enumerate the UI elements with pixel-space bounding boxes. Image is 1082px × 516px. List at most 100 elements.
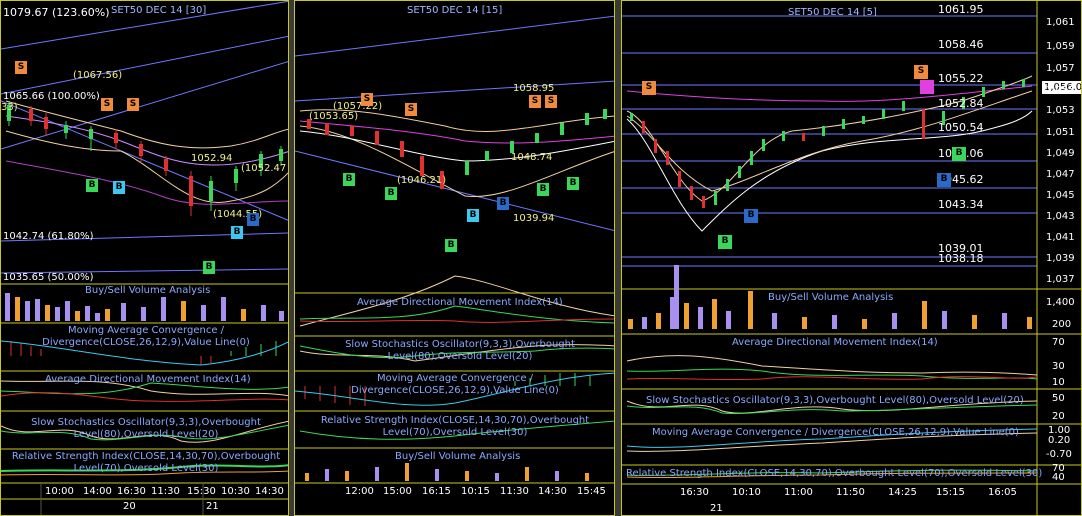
time-label: 16:15 — [422, 486, 451, 497]
price-axis-tick: 1,059 — [1046, 41, 1075, 52]
fib-level-prefix: 33) — [1, 102, 18, 113]
sell-signal-marker[interactable]: S — [101, 98, 113, 111]
price-level-label: (1046.21) — [397, 175, 447, 186]
sell-signal-marker[interactable]: S — [405, 103, 417, 116]
price-level-label: 1058.46 — [938, 38, 984, 51]
chart-title: SET50 DEC 14 [5] — [788, 7, 877, 18]
buy-signal-marker[interactable]: B — [247, 213, 259, 226]
stoch-axis-tick: 20 — [1052, 411, 1065, 422]
sell-signal-marker[interactable]: S — [642, 81, 656, 95]
indicator-title-volume: Buy/Sell Volume Analysis — [85, 285, 211, 296]
price-axis-tick: 1,039 — [1046, 253, 1075, 264]
indicator-title-volume: Buy/Sell Volume Analysis — [395, 451, 521, 462]
buy-signal-marker[interactable]: B — [744, 209, 758, 223]
time-label: 11:50 — [836, 487, 865, 498]
time-label: 14:25 — [888, 487, 917, 498]
time-label: 11:00 — [784, 487, 813, 498]
indicator-title-rsi: Relative Strength Index(CLOSE,14,30,70),… — [11, 451, 281, 474]
volume-bars — [5, 293, 284, 321]
indicator-title-adx: Average Directional Movement Index(14) — [357, 297, 563, 308]
time-label: 10:10 — [732, 487, 761, 498]
time-label: 16:30 — [680, 487, 709, 498]
buy-signal-marker[interactable]: B — [567, 177, 579, 190]
rsi-axis-tick: 40 — [1052, 472, 1065, 483]
buy-signal-marker[interactable]: B — [952, 147, 966, 161]
date-label: 21 — [206, 501, 219, 512]
volume-axis-tick: 200 — [1052, 319, 1072, 330]
price-level-label: 1052.94 — [191, 153, 233, 164]
stoch-axis-tick: 50 — [1052, 393, 1065, 404]
price-level-label: 1058.95 — [513, 83, 555, 94]
price-axis-tick: 1,047 — [1046, 169, 1075, 180]
chart-panel-5min[interactable]: SET50 DEC 14 [5] 1061.95 1058.46 1055.22… — [621, 0, 1082, 516]
indicator-title-macd: Moving Average Convergence / Divergence(… — [351, 373, 559, 396]
price-axis-tick: 1,043 — [1046, 211, 1075, 222]
sell-signal-marker[interactable]: S — [361, 93, 373, 106]
price-level-label: 1039.94 — [513, 213, 555, 224]
price-level-label: (1067.56) — [73, 70, 123, 81]
indicator-title-volume: Buy/Sell Volume Analysis — [768, 292, 894, 303]
time-label: 16:30 — [117, 486, 146, 497]
chart-panel-15min[interactable]: SET50 DEC 14 [15] (1057.22) (1053.65) 10… — [294, 0, 615, 516]
price-level-label: 1061.95 — [938, 3, 984, 16]
buy-signal-marker[interactable]: B — [231, 226, 243, 239]
adx-axis-tick: 70 — [1052, 337, 1065, 348]
price-axis-tick: 1,061 — [1046, 17, 1075, 28]
price-level-label: 1043.34 — [938, 198, 984, 211]
time-label: 15:30 — [187, 486, 216, 497]
fib-level-label: 1042.74 (61.80%) — [3, 231, 94, 242]
macd-axis-tick: 0.20 — [1048, 435, 1071, 446]
adx-axis-tick: 30 — [1052, 361, 1065, 372]
price-axis-tick: 1,049 — [1046, 148, 1075, 159]
marker-magenta[interactable] — [920, 80, 934, 94]
price-axis-tick: 1,057 — [1046, 63, 1075, 74]
price-level-label: (1052.47 — [241, 163, 287, 174]
time-label: 14:30 — [538, 486, 567, 497]
price-axis-tick: 1,041 — [1046, 232, 1075, 243]
buy-signal-marker[interactable]: B — [203, 261, 215, 274]
buy-signal-marker[interactable]: B — [445, 239, 457, 252]
time-label: 12:00 — [345, 486, 374, 497]
price-level-label: 1050.54 — [938, 121, 984, 134]
sell-signal-marker[interactable]: S — [15, 61, 27, 74]
buy-signal-marker[interactable]: B — [113, 181, 125, 194]
price-axis-tick: 1,037 — [1046, 274, 1075, 285]
price-axis-tick: 1,045 — [1046, 190, 1075, 201]
indicator-title-adx: Average Directional Movement Index(14) — [732, 337, 938, 348]
price-axis-tick: 1,051 — [1046, 127, 1075, 138]
chart-panel-30min[interactable]: SET50 DEC 14 [30] 1079.67 (123.60%) (106… — [0, 0, 289, 516]
fib-level-label: 1065.66 (100.00%) — [3, 91, 100, 102]
chart-title: SET50 DEC 14 [15] — [407, 5, 503, 16]
date-label: 20 — [123, 501, 136, 512]
indicator-title-stoch: Slow Stochastics Oscillator(9,3,3),Overb… — [31, 417, 261, 440]
buy-signal-marker[interactable]: B — [385, 187, 397, 200]
sell-signal-marker[interactable]: S — [529, 95, 541, 108]
fib-level-label: 1079.67 (123.60%) — [3, 6, 110, 19]
sell-signal-marker[interactable]: S — [127, 98, 139, 111]
indicator-title-adx: Average Directional Movement Index(14) — [45, 374, 251, 385]
time-label: 10:00 — [45, 486, 74, 497]
indicator-title-macd: Moving Average Convergence / Divergence(… — [42, 325, 250, 348]
volume-axis-tick: 1,400 — [1046, 297, 1075, 308]
fib-level-label: 1035.65 (50.00%) — [3, 272, 94, 283]
sell-signal-marker[interactable]: S — [914, 65, 928, 79]
buy-signal-marker[interactable]: B — [86, 179, 98, 192]
buy-signal-marker[interactable]: B — [467, 209, 479, 222]
sell-signal-marker[interactable]: S — [545, 95, 557, 108]
time-label: 15:00 — [383, 486, 412, 497]
time-label: 14:30 — [255, 486, 284, 497]
date-label: 21 — [710, 503, 723, 514]
time-label: 11:30 — [151, 486, 180, 497]
buy-signal-marker[interactable]: B — [537, 183, 549, 196]
indicator-title-rsi: Relative Strength Index(CLOSE,14,30,70),… — [320, 415, 590, 438]
time-label: 14:00 — [83, 486, 112, 497]
buy-signal-marker[interactable]: B — [937, 173, 951, 187]
time-label: 11:30 — [500, 486, 529, 497]
time-label: 10:15 — [461, 486, 490, 497]
price-axis-tick: 1,055 — [1046, 85, 1075, 96]
price-level-label: 1038.18 — [938, 252, 984, 265]
buy-signal-marker[interactable]: B — [718, 235, 732, 249]
macd-axis-tick: -0.70 — [1046, 449, 1072, 460]
buy-signal-marker[interactable]: B — [343, 173, 355, 186]
buy-signal-marker[interactable]: B — [497, 197, 509, 210]
